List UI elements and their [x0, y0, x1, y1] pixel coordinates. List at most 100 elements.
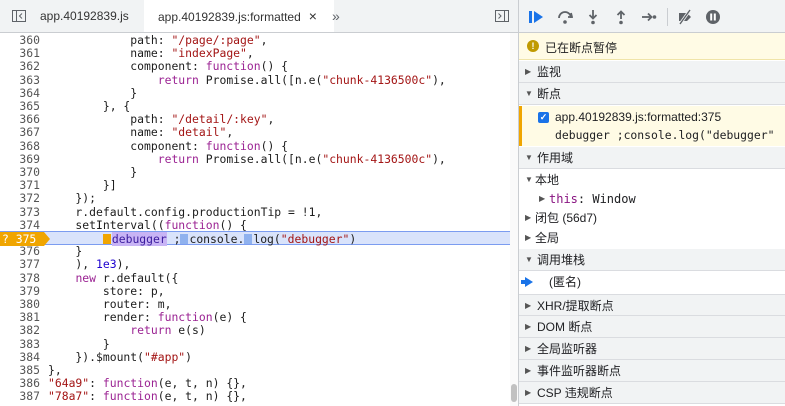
line-number[interactable]: 374 — [0, 218, 40, 232]
line-number[interactable]: 380 — [0, 297, 40, 311]
code-line[interactable]: 377 ), 1e3), — [0, 257, 510, 271]
step-over-icon[interactable] — [557, 9, 573, 25]
line-number[interactable]: 372 — [0, 191, 40, 205]
section-global-listeners[interactable]: ▶ 全局监听器 — [519, 338, 785, 360]
section-csp-breakpoints[interactable]: ▶ CSP 违规断点 — [519, 382, 785, 404]
code-line[interactable]: 364 } — [0, 86, 510, 100]
breakpoint-item[interactable]: ✓ app.40192839.js:formatted:375 debugger… — [519, 106, 785, 146]
inline-breakpoint-icon[interactable] — [244, 234, 253, 244]
close-tab-icon[interactable]: × — [309, 8, 317, 24]
editor-tab-bar: app.40192839.js app.40192839.js:formatte… — [0, 0, 518, 33]
code-line[interactable]: 378 new r.default({ — [0, 271, 510, 285]
line-number[interactable]: 361 — [0, 46, 40, 60]
section-xhr-breakpoints[interactable]: ▶ XHR/提取断点 — [519, 294, 785, 316]
code-line[interactable]: 365 }, { — [0, 99, 510, 113]
this-property-value: : Window — [577, 192, 636, 206]
line-number[interactable]: 373 — [0, 205, 40, 219]
code-line[interactable]: 362 component: function() { — [0, 59, 510, 73]
line-number[interactable]: 364 — [0, 86, 40, 100]
scope-this[interactable]: ▶ this: Window — [519, 189, 785, 209]
code-line[interactable]: 367 name: "detail", — [0, 125, 510, 139]
line-number[interactable]: 383 — [0, 337, 40, 351]
code-line[interactable]: 385}, — [0, 363, 510, 377]
line-number[interactable]: 365 — [0, 99, 40, 113]
section-breakpoints[interactable]: ▼ 断点 — [519, 83, 785, 105]
section-watch[interactable]: ▶ 监视 — [519, 61, 785, 83]
callstack-frame[interactable]: (匿名) — [519, 270, 785, 294]
line-number[interactable]: 366 — [0, 112, 40, 126]
line-number[interactable]: 376 — [0, 244, 40, 258]
tab-app-js[interactable]: app.40192839.js — [40, 0, 132, 32]
code-line-paused[interactable]: ? 375 debugger ; console. log("debugger") — [0, 231, 510, 246]
line-number[interactable]: 387 — [0, 389, 40, 403]
code-line[interactable]: 369 return Promise.all([n.e("chunk-41365… — [0, 152, 510, 166]
line-number[interactable]: 381 — [0, 310, 40, 324]
code-line[interactable]: 382 return e(s) — [0, 323, 510, 337]
tab-app-js-formatted[interactable]: app.40192839.js:formatted × — [144, 0, 334, 32]
resume-icon[interactable] — [528, 9, 544, 25]
line-number[interactable]: 386 — [0, 376, 40, 390]
code-token: return — [130, 323, 172, 338]
inline-breakpoint-icon[interactable] — [102, 234, 111, 244]
section-scope[interactable]: ▼ 作用域 — [519, 147, 785, 169]
line-number[interactable]: 371 — [0, 178, 40, 192]
section-callstack[interactable]: ▼ 调用堆栈 — [519, 249, 785, 271]
scope-global[interactable]: ▶ 全局 — [519, 228, 785, 248]
code-line[interactable]: 386 "64a9": function(e, t, n) {}, — [0, 376, 510, 390]
line-number[interactable]: 362 — [0, 59, 40, 73]
line-number[interactable]: 367 — [0, 125, 40, 139]
code-text: return Promise.all([n.e("chunk-4136500c"… — [157, 72, 446, 87]
editor-scrollbar-thumb[interactable] — [511, 384, 517, 402]
line-number[interactable]: 363 — [0, 73, 40, 87]
code-text: }] — [48, 178, 117, 193]
code-line[interactable]: 361 name: "indexPage", — [0, 46, 510, 60]
code-line[interactable]: 373 r.default.config.productionTip = !1, — [0, 205, 510, 219]
code-line[interactable]: 384 }).$mount("#app") — [0, 350, 510, 364]
line-number[interactable]: 384 — [0, 350, 40, 364]
editor-scrollbar[interactable] — [510, 33, 518, 406]
pause-on-exceptions-icon[interactable] — [705, 9, 721, 25]
code-line[interactable]: 370 } — [0, 165, 510, 179]
section-watch-label: 监视 — [537, 65, 562, 79]
code-line[interactable]: 376 } — [0, 244, 510, 258]
toggle-navigator-icon[interactable] — [12, 9, 26, 23]
line-number[interactable]: 360 — [0, 33, 40, 47]
toolbar-separator — [667, 8, 668, 26]
code-line[interactable]: 360 path: "/page/:page", — [0, 33, 510, 47]
code-editor[interactable]: 360 path: "/page/:page", 361 name: "index… — [0, 33, 510, 406]
tabs-overflow-icon[interactable]: » — [332, 0, 340, 32]
step-out-icon[interactable] — [613, 9, 629, 25]
code-line[interactable]: 374 setInterval((function() { — [0, 218, 510, 232]
expand-icon: ▶ — [525, 213, 532, 222]
toggle-debugger-icon[interactable] — [495, 9, 509, 23]
code-line[interactable]: 372 }); — [0, 191, 510, 205]
code-line[interactable]: 383 } — [0, 337, 510, 351]
line-number[interactable]: 368 — [0, 139, 40, 153]
line-number[interactable]: 369 — [0, 152, 40, 166]
line-number[interactable]: 377 — [0, 257, 40, 271]
code-line[interactable]: 381 render: function(e) { — [0, 310, 510, 324]
code-line[interactable]: 371 }] — [0, 178, 510, 192]
scope-local[interactable]: ▼ 本地 — [519, 170, 785, 190]
line-number[interactable]: 379 — [0, 284, 40, 298]
code-line[interactable]: 380 router: m, — [0, 297, 510, 311]
code-line[interactable]: 379 store: p, — [0, 284, 510, 298]
line-number[interactable]: 385 — [0, 363, 40, 377]
step-icon[interactable] — [641, 9, 657, 25]
code-line[interactable]: 387 "78a7": function(e, t, n) {}, — [0, 389, 510, 403]
scope-closure[interactable]: ▶ 闭包 (56d7) — [519, 208, 785, 228]
deactivate-breakpoints-icon[interactable] — [677, 9, 693, 25]
section-dom-breakpoints[interactable]: ▶ DOM 断点 — [519, 316, 785, 338]
devtools-sources: app.40192839.js app.40192839.js:formatte… — [0, 0, 785, 406]
code-line[interactable]: 368 component: function() { — [0, 139, 510, 153]
code-line[interactable]: 363 return Promise.all([n.e("chunk-41365… — [0, 73, 510, 87]
section-event-listener-breakpoints[interactable]: ▶ 事件监听器断点 — [519, 360, 785, 382]
code-token: function — [205, 59, 261, 74]
breakpoint-checkbox[interactable]: ✓ — [538, 112, 549, 123]
step-into-icon[interactable] — [585, 9, 601, 25]
line-number[interactable]: 378 — [0, 271, 40, 285]
code-line[interactable]: 366 path: "/detail/:key", — [0, 112, 510, 126]
inline-breakpoint-icon[interactable] — [180, 234, 189, 244]
line-number[interactable]: 370 — [0, 165, 40, 179]
line-number[interactable]: 382 — [0, 323, 40, 337]
